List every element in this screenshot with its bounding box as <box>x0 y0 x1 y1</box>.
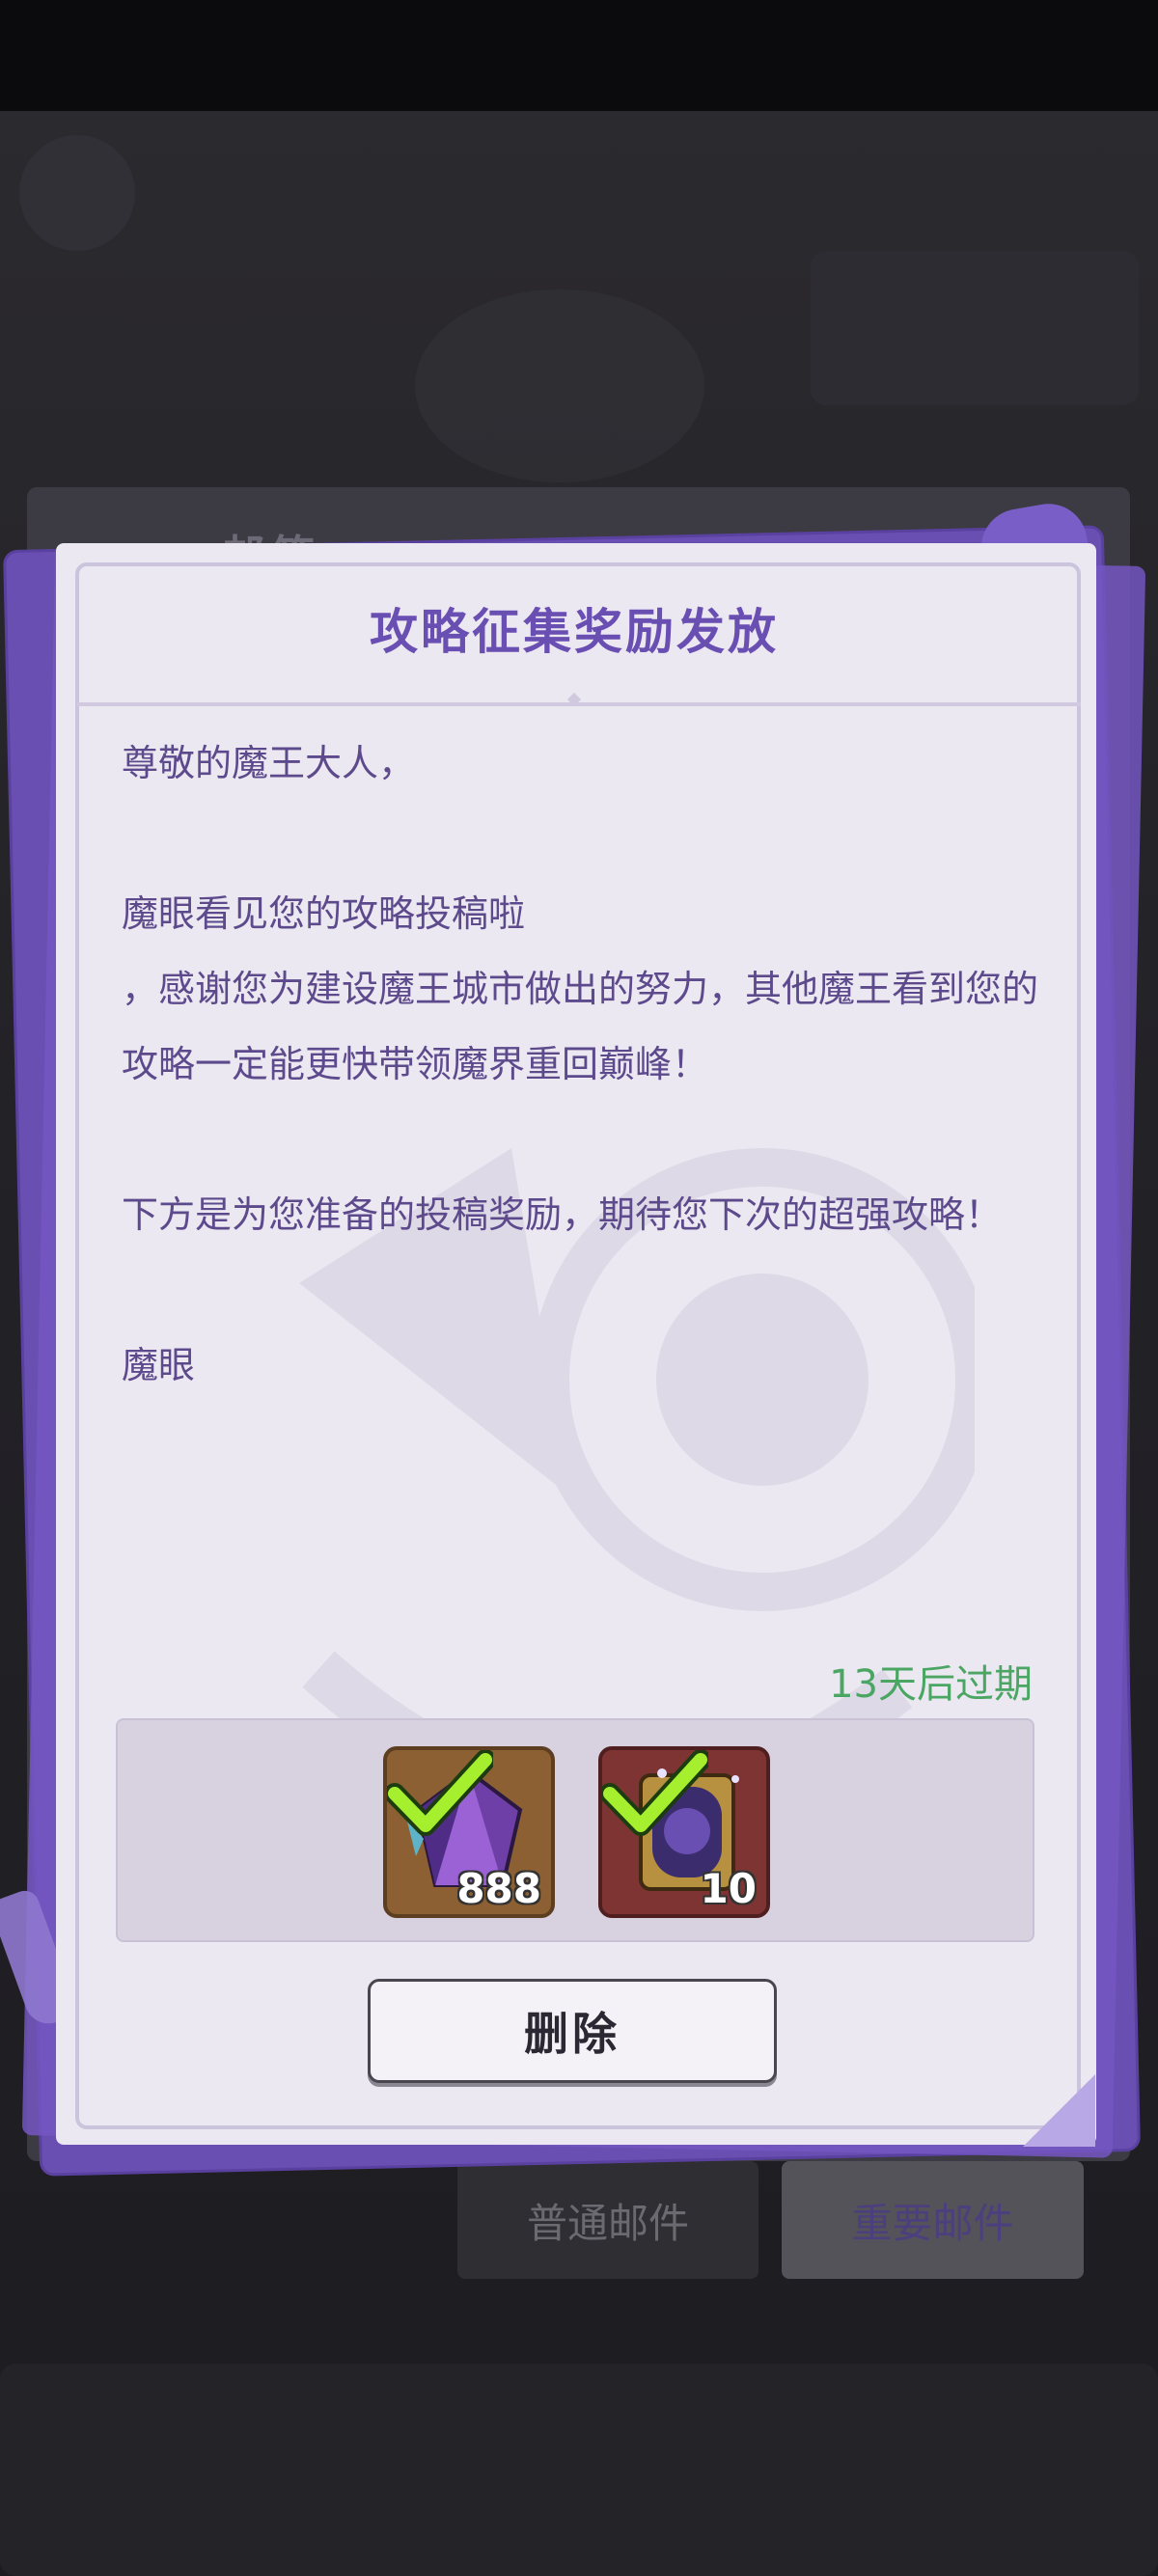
reward-count: 10 <box>700 1865 757 1912</box>
background-emblem <box>415 289 704 482</box>
reward-item-tome[interactable]: 10 <box>598 1746 770 1918</box>
letter-title: 攻略征集奖励发放 <box>370 604 779 660</box>
background-banner <box>811 251 1139 405</box>
delete-button[interactable]: 删除 <box>368 1979 777 2083</box>
tab-important-mail[interactable]: 重要邮件 <box>782 2161 1084 2279</box>
title-divider <box>77 702 1081 706</box>
background-avatar <box>19 135 135 251</box>
paper-corner-fold <box>1023 2074 1095 2147</box>
status-bar <box>0 0 1158 111</box>
tab-normal-mail[interactable]: 普通邮件 <box>457 2161 758 2279</box>
claimed-check-icon <box>602 1750 708 1836</box>
reward-tray <box>116 1718 1034 1942</box>
claimed-check-icon <box>387 1750 493 1836</box>
background-bottom-nav <box>0 2364 1158 2576</box>
reward-count: 888 <box>456 1865 541 1912</box>
letter-body: 尊敬的魔王大人， 魔眼看见您的攻略投稿啦 ，感谢您为建设魔王城市做出的努力，其他… <box>122 742 1039 1386</box>
expiry-text: 13天后过期 <box>829 1662 1033 1707</box>
reward-item-crystal[interactable]: 888 <box>383 1746 555 1918</box>
